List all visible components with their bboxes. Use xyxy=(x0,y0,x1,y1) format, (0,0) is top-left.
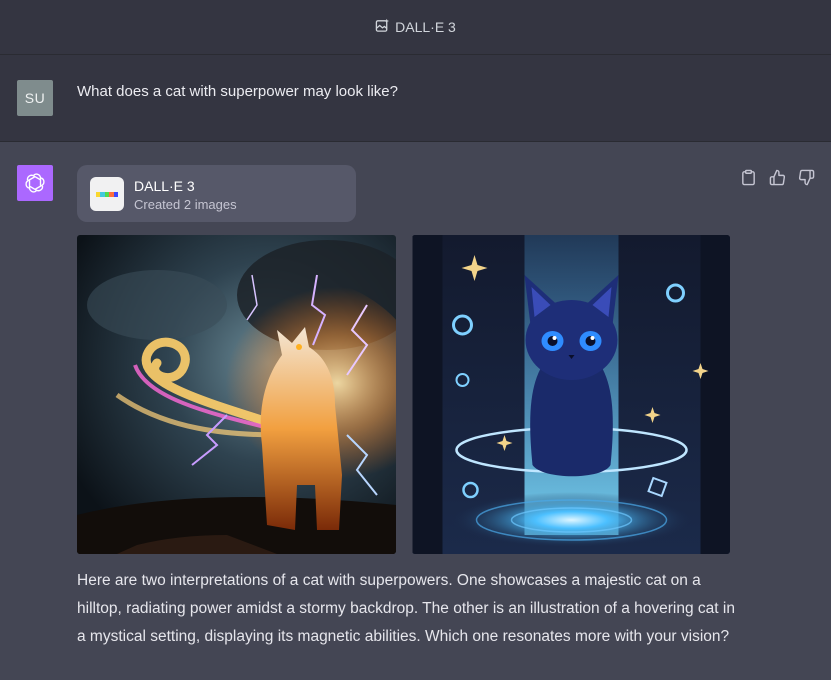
user-message-row: SU What does a cat with superpower may l… xyxy=(0,55,831,142)
mystical-cat-illustration xyxy=(412,235,730,554)
dalle-color-bar xyxy=(96,191,119,197)
lightning-cat-image[interactable] xyxy=(77,235,396,554)
dalle-tool-card[interactable]: DALL·E 3 Created 2 images xyxy=(77,165,356,222)
user-message-text: What does a cat with superpower may look… xyxy=(77,83,398,100)
assistant-response-text: Here are two interpretations of a cat wi… xyxy=(77,572,735,645)
lightning-cat-illustration xyxy=(77,235,396,554)
thumbs-down-button[interactable] xyxy=(797,168,816,187)
assistant-message-row: DALL·E 3 Created 2 images Here are two i… xyxy=(0,142,831,680)
thumbs-down-icon xyxy=(798,169,815,186)
tool-name: DALL·E 3 xyxy=(134,178,195,194)
model-title-label: DALL·E 3 xyxy=(395,19,456,35)
mystical-cat-image[interactable] xyxy=(412,235,730,554)
thumbs-up-icon xyxy=(769,169,786,186)
copy-icon xyxy=(742,169,755,186)
assistant-avatar xyxy=(17,165,53,201)
copy-button[interactable] xyxy=(739,168,758,187)
top-bar: DALL·E 3 xyxy=(0,0,831,55)
tool-status: Created 2 images xyxy=(134,197,237,212)
model-title[interactable]: DALL·E 3 xyxy=(375,18,456,36)
image-sparkle-icon xyxy=(375,18,390,36)
user-avatar: SU xyxy=(17,80,53,116)
thumbs-up-button[interactable] xyxy=(768,168,787,187)
dalle-tool-icon xyxy=(90,177,124,211)
openai-logo-icon xyxy=(25,173,45,193)
message-actions xyxy=(739,168,816,187)
